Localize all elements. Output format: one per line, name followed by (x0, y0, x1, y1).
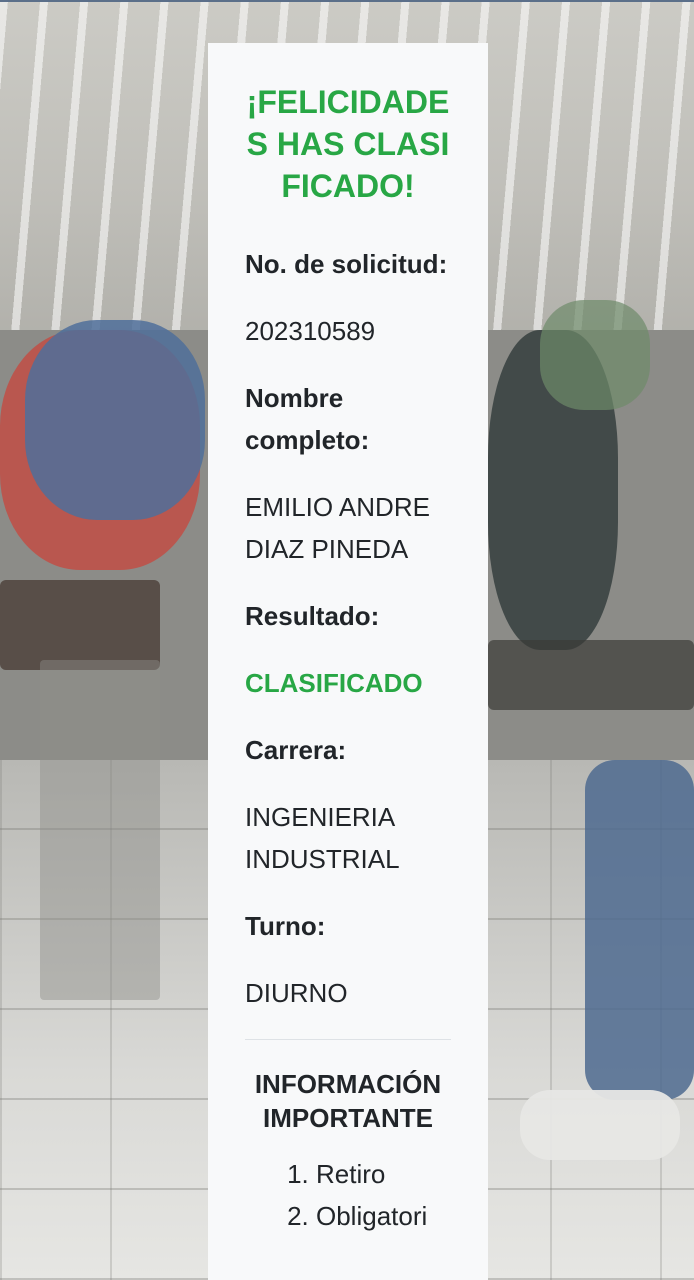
solicitud-label: No. de solicitud: (245, 249, 448, 279)
turno-value: DIURNO (245, 978, 348, 1008)
background-desk-left-leg (40, 660, 160, 1000)
info-list: Retiro Obligatori (245, 1153, 451, 1237)
turno-label: Turno: (245, 911, 326, 941)
nombre-value: EMILIO ANDRE DIAZ PINEDA (245, 492, 430, 564)
info-item-1: Retiro (316, 1153, 451, 1195)
background-desk-left (0, 580, 160, 670)
info-title: INFORMACIÓN IMPORTANTE (254, 1069, 442, 1133)
divider (245, 1039, 451, 1040)
screen: ¡FELICIDADES HAS CLASIFICADO! No. de sol… (0, 0, 694, 1280)
carrera-value: INGENIERIA INDUSTRIAL (245, 802, 400, 874)
resultado-label: Resultado: (245, 601, 380, 631)
result-card: ¡FELICIDADES HAS CLASIFICADO! No. de sol… (208, 43, 488, 1280)
background-desk-right (488, 640, 694, 710)
background-student-right-green (540, 300, 650, 410)
congratulations-title: ¡FELICIDADES HAS CLASIFICADO! (246, 84, 450, 204)
background-sneaker (520, 1090, 680, 1160)
nombre-label: Nombre completo: (245, 383, 370, 455)
top-edge-bar (0, 0, 694, 2)
background-student-left-blue (25, 320, 205, 520)
background-student-right-jeans (585, 760, 694, 1100)
resultado-value: CLASIFICADO (245, 668, 423, 698)
carrera-label: Carrera: (245, 735, 347, 765)
solicitud-value: 202310589 (245, 316, 376, 346)
info-item-2: Obligatori (316, 1195, 451, 1237)
